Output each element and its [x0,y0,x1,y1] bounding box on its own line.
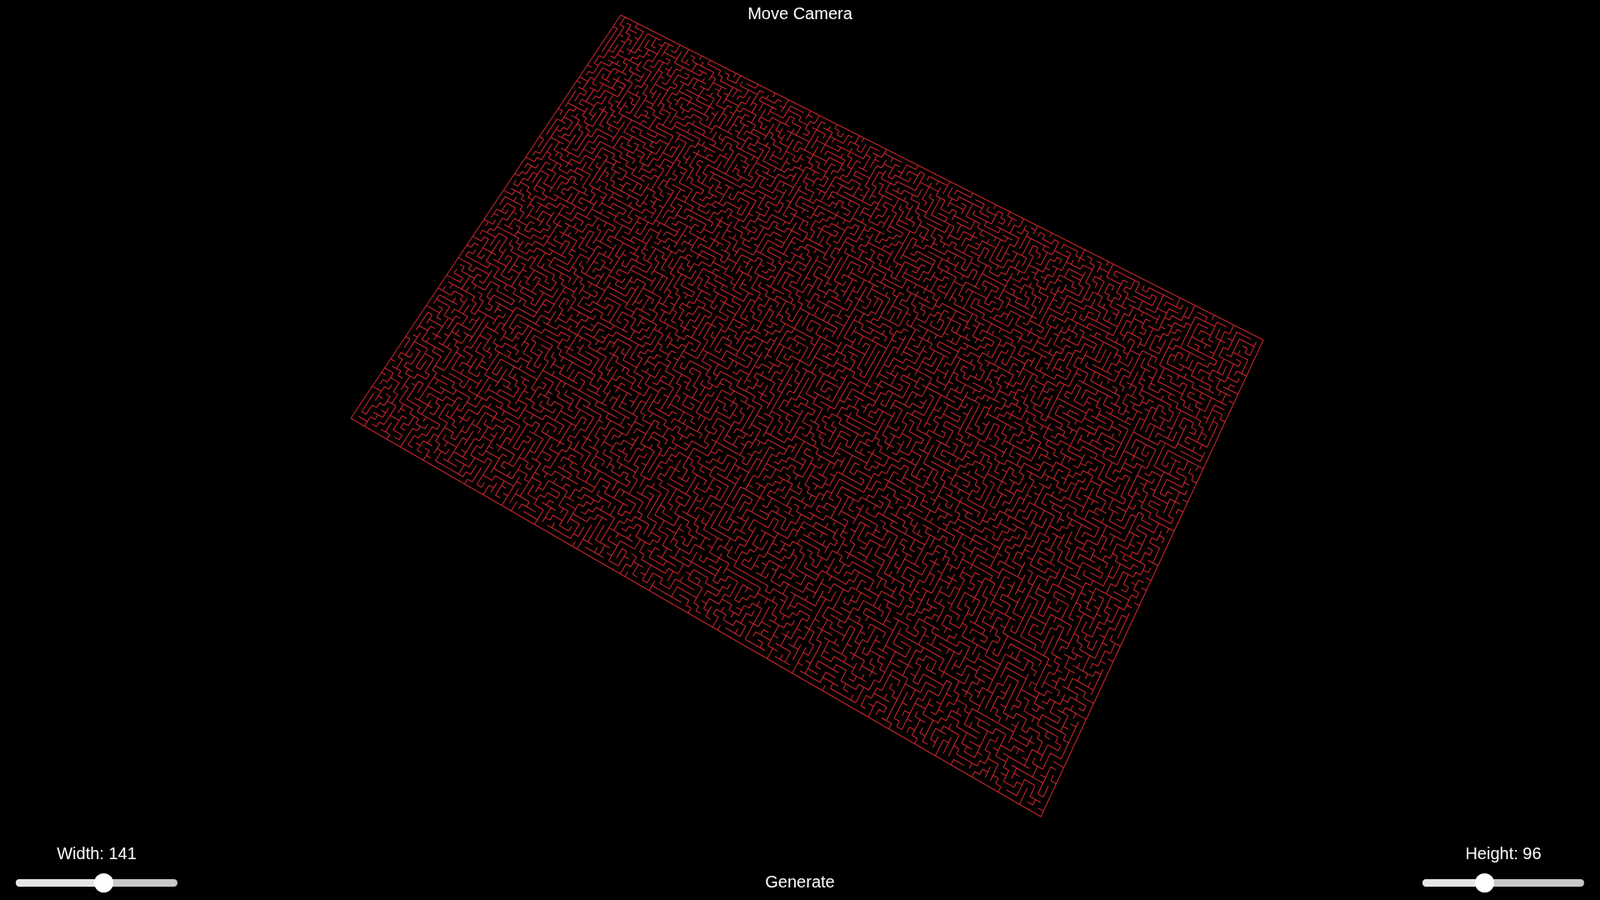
width-label: Width: 141 [56,843,137,864]
maze-view[interactable] [0,0,1600,900]
height-control: Height: 96 [1421,843,1585,894]
height-knob[interactable] [1475,873,1495,893]
width-track [15,879,178,887]
height-label: Height: 96 [1465,843,1541,864]
width-control: Width: 141 [15,843,179,894]
generate-button[interactable]: Generate [758,871,841,894]
width-slider[interactable] [15,871,178,894]
width-fill [15,879,104,887]
height-slider[interactable] [1422,871,1585,894]
width-knob[interactable] [94,873,114,893]
height-track [1422,879,1585,887]
move-camera-button[interactable]: Move Camera [740,3,860,24]
